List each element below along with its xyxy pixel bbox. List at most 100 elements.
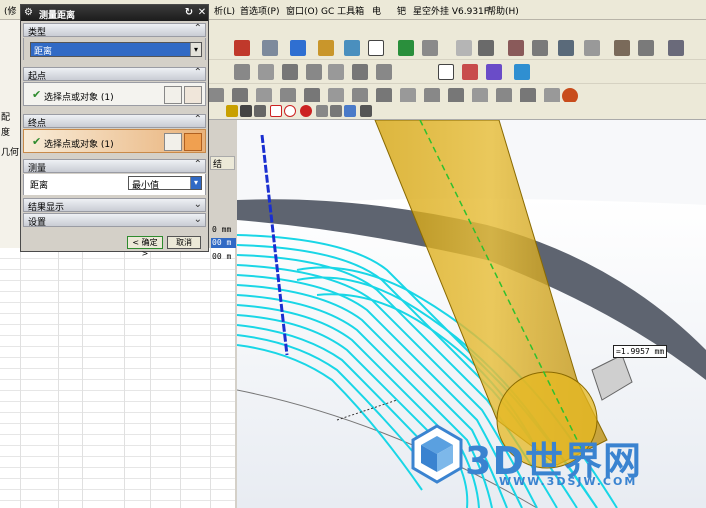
menu-gc-toolbox[interactable]: GC 工具箱	[321, 4, 364, 17]
path-icon[interactable]	[558, 40, 574, 56]
point-icon[interactable]	[532, 40, 548, 56]
snap-quadrant-icon[interactable]	[300, 105, 312, 117]
table-row[interactable]	[0, 369, 235, 380]
table-column-header[interactable]: 结	[210, 156, 235, 170]
chamfer-icon[interactable]	[352, 64, 368, 80]
table-row[interactable]	[0, 435, 235, 446]
layer-icon[interactable]	[368, 40, 384, 56]
collapse-icon: ⌃	[193, 114, 202, 125]
section-icon[interactable]	[422, 40, 438, 56]
menu-preferences[interactable]: 首选项(P)	[240, 4, 279, 17]
component-icon[interactable]	[668, 40, 684, 56]
gear-icon: ⚙	[24, 7, 33, 18]
measure-icon[interactable]	[456, 40, 472, 56]
trim-icon[interactable]	[376, 64, 392, 80]
table-row[interactable]	[0, 457, 235, 468]
point-dialog-icon[interactable]	[164, 133, 182, 151]
hole-icon[interactable]	[282, 64, 298, 80]
ok-button[interactable]: < 确定 >	[127, 236, 163, 258]
section-measure[interactable]: 测量 ⌃	[23, 159, 206, 174]
dialog-title: 测量距离	[39, 11, 76, 21]
blend-icon[interactable]	[328, 64, 344, 80]
operation-icon[interactable]	[508, 40, 524, 56]
type-dropdown[interactable]: 距离 ▾	[30, 42, 202, 57]
selection-icon[interactable]	[262, 40, 278, 56]
toolbar-row-2	[208, 60, 706, 84]
snap-point-icon[interactable]	[226, 105, 238, 117]
table-row[interactable]	[0, 468, 235, 479]
extrude-icon[interactable]	[234, 64, 250, 80]
cube-icon[interactable]	[290, 40, 306, 56]
tool-icon[interactable]	[478, 40, 494, 56]
table-row[interactable]	[0, 380, 235, 391]
table-row[interactable]	[0, 325, 235, 336]
revolve-icon[interactable]	[258, 64, 274, 80]
analysis-icon[interactable]	[398, 40, 414, 56]
point-dialog-icon[interactable]	[164, 86, 182, 104]
table-row[interactable]	[0, 358, 235, 369]
table-cell-result-1: 0 mm	[212, 225, 232, 234]
unite-icon[interactable]	[438, 64, 454, 80]
collapse-icon: ⌃	[193, 67, 202, 78]
section-end-point[interactable]: 终点 ⌃	[23, 114, 206, 129]
section-settings[interactable]: 设置 ⌄	[23, 213, 206, 228]
snap-end-icon[interactable]	[240, 105, 252, 117]
distance-label: 距离	[30, 181, 49, 191]
snap-tangent-icon[interactable]	[270, 105, 282, 117]
menu-help[interactable]: 帮助(H)	[487, 4, 519, 17]
shading-icon[interactable]	[318, 40, 334, 56]
section-type[interactable]: 类型 ⌃	[23, 23, 206, 38]
snap-icon[interactable]	[234, 40, 250, 56]
section-results[interactable]: 结果显示 ⌄	[23, 198, 206, 213]
table-row[interactable]	[0, 402, 235, 413]
intersect-icon[interactable]	[486, 64, 502, 80]
snap-perpendicular-icon[interactable]	[330, 105, 342, 117]
snap-face-icon[interactable]	[344, 105, 356, 117]
view-icon[interactable]	[344, 40, 360, 56]
distance-mode-dropdown[interactable]: 最小值 ▾	[128, 176, 202, 191]
table-row[interactable]	[0, 490, 235, 501]
table-row[interactable]	[0, 303, 235, 314]
section-start-point[interactable]: 起点 ⌃	[23, 67, 206, 82]
graphics-viewport[interactable]: =1.9957 mm 3D世界网 WWW.3DSJW.COM	[237, 120, 706, 508]
menu-electrode[interactable]: 电	[372, 4, 381, 17]
reset-icon[interactable]: ↻	[183, 7, 195, 19]
offset-icon[interactable]	[514, 64, 530, 80]
table-row[interactable]	[0, 292, 235, 303]
snap-intersection-icon[interactable]	[316, 105, 328, 117]
cancel-button[interactable]: 取消	[167, 236, 201, 249]
close-icon[interactable]: ✕	[196, 7, 208, 19]
subtract-icon[interactable]	[462, 64, 478, 80]
point-snap-icon[interactable]	[184, 133, 202, 151]
table-row[interactable]	[0, 259, 235, 270]
table-divider	[150, 248, 151, 508]
menu-analysis[interactable]: 析(L)	[214, 4, 235, 17]
table-row[interactable]	[0, 479, 235, 490]
start-point-selector[interactable]: ✔ 选择点或对象 (1)	[23, 82, 206, 106]
table-row[interactable]	[0, 446, 235, 457]
menu-window[interactable]: 窗口(O)	[286, 4, 318, 17]
table-row[interactable]	[0, 424, 235, 435]
table-row[interactable]	[0, 347, 235, 358]
table-row[interactable]	[0, 336, 235, 347]
line-icon[interactable]	[584, 40, 600, 56]
assembly-icon[interactable]	[614, 40, 630, 56]
menu-plugin[interactable]: 星空外挂 V6.931F	[413, 4, 489, 17]
grid-icon[interactable]	[638, 40, 654, 56]
dialog-titlebar[interactable]: ⚙ 测量距离 ↻ ✕	[21, 5, 208, 21]
table-row[interactable]	[0, 281, 235, 292]
point-snap-icon[interactable]	[184, 86, 202, 104]
snap-center-icon[interactable]	[284, 105, 296, 117]
navigator-label-1: 配	[1, 113, 11, 123]
table-row[interactable]	[0, 314, 235, 325]
chevron-down-icon[interactable]: ▾	[190, 43, 201, 56]
end-point-selector[interactable]: ✔ 选择点或对象 (1)	[23, 129, 206, 153]
table-row[interactable]	[0, 391, 235, 402]
snap-bar-icon[interactable]	[360, 105, 372, 117]
snap-mid-icon[interactable]	[254, 105, 266, 117]
boss-icon[interactable]	[306, 64, 322, 80]
chevron-down-icon[interactable]: ▾	[190, 177, 201, 189]
menu-fixture[interactable]: 钯	[397, 4, 406, 17]
table-row[interactable]	[0, 413, 235, 424]
table-row[interactable]	[0, 270, 235, 281]
